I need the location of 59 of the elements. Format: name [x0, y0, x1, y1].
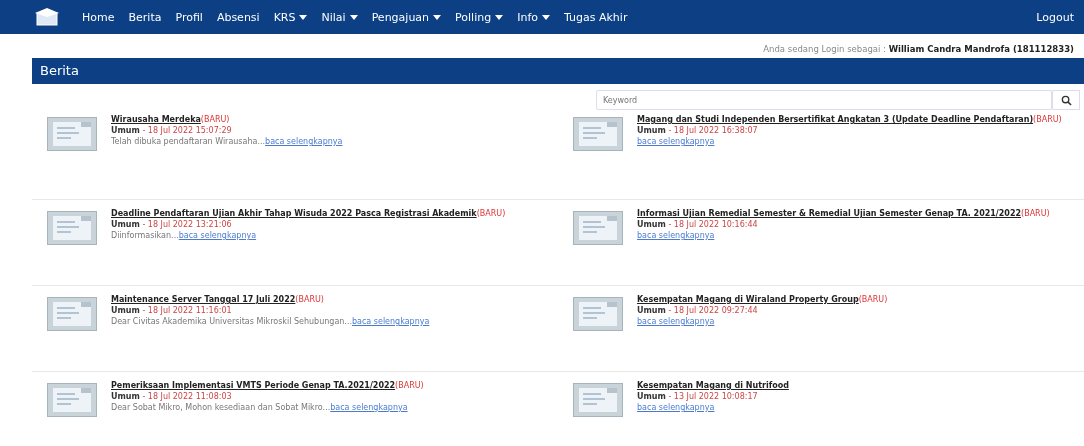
- new-label: (BARU): [395, 381, 424, 390]
- read-more-link[interactable]: baca selengkapnya: [330, 403, 408, 412]
- news-title-link[interactable]: Pemeriksaan Implementasi VMTS Periode Genap TA.2021/2022: [111, 381, 396, 390]
- document-icon: [573, 211, 623, 245]
- new-label: (BARU): [858, 295, 888, 304]
- news-title-link[interactable]: Wirausaha Merdeka: [111, 115, 201, 124]
- news-meta: Umum - 18 Jul 2022 13:21:06: [111, 219, 233, 230]
- login-status: Anda sedang Login sebagai : William Candra Mandrofa (181112833): [763, 44, 1074, 54]
- new-label: (BARU): [200, 115, 230, 124]
- nav-link[interactable]: Profil: [175, 10, 203, 24]
- new-label: (BARU): [1033, 115, 1062, 124]
- document-icon: [47, 297, 97, 331]
- news-meta: Umum - 18 Jul 2022 15:07:29: [111, 125, 233, 136]
- news-title-link[interactable]: Deadline Pendaftaran Ujian Akhir Tahap Wisuda 2022 Pasca Registrasi Akademik: [111, 209, 477, 218]
- news-title-link[interactable]: Informasi Ujian Remedial Semester & Remedial Ujian Semester Genap TA. 2021/2022: [637, 209, 1021, 218]
- nav-link[interactable]: Home: [82, 10, 115, 24]
- news-excerpt: Telah dibuka pendaftaran Wirausaha...: [111, 137, 266, 146]
- news-meta: Umum - 18 Jul 2022 10:16:44: [637, 219, 759, 230]
- news-excerpt: Dear Sobat Mikro, Mohon kesediaan dan Sobat Mikro...: [111, 403, 331, 412]
- news-meta: Umum - 18 Jul 2022 11:08:03: [111, 391, 233, 402]
- nav-link[interactable]: Tugas Akhir: [564, 10, 628, 24]
- news-title-link[interactable]: Kesempatan Magang di Nutrifood: [637, 381, 789, 390]
- search-icon: [1060, 94, 1072, 106]
- search-field[interactable]: Keyword: [596, 90, 1052, 110]
- news-title-link[interactable]: Magang dan Studi Independen Bersertifikat Angkatan 3 (Update Deadline Pendaftaran): [637, 115, 1034, 124]
- news-excerpt: Dear Civitas Akademika Universitas Mikroskil Sehubungan...: [111, 317, 352, 326]
- read-more-link[interactable]: baca selengkapnya: [637, 231, 715, 240]
- new-label: (BARU): [295, 295, 324, 304]
- nav-link[interactable]: KRS: [273, 10, 308, 24]
- search-button[interactable]: [1052, 90, 1080, 110]
- news-excerpt: Diinformasikan...: [111, 231, 179, 240]
- nav-link[interactable]: Nilai: [321, 10, 358, 24]
- document-icon: [573, 117, 623, 151]
- document-icon: [47, 117, 97, 151]
- read-more-link[interactable]: baca selengkapnya: [637, 137, 715, 146]
- nav-link[interactable]: Polling: [455, 10, 504, 24]
- document-icon: [47, 211, 97, 245]
- logout-link[interactable]: Logout: [1036, 10, 1074, 24]
- news-meta: Umum - 18 Jul 2022 11:16:01: [111, 305, 233, 316]
- read-more-link[interactable]: baca selengkapnya: [178, 231, 257, 240]
- new-label: (BARU): [476, 209, 506, 218]
- read-more-link[interactable]: baca selengkapnya: [637, 403, 715, 412]
- read-more-link[interactable]: baca selengkapnya: [265, 137, 343, 146]
- read-more-link[interactable]: baca selengkapnya: [637, 317, 715, 326]
- news-title-link[interactable]: Maintenance Server Tanggal 17 Juli 2022: [111, 295, 296, 304]
- nav-link[interactable]: Pengajuan: [371, 10, 442, 24]
- document-icon: [573, 383, 623, 417]
- news-title-link[interactable]: Kesempatan Magang di Wiraland Property Group: [637, 295, 859, 304]
- news-meta: Umum - 18 Jul 2022 09:27:44: [637, 305, 759, 316]
- new-label: (BARU): [1021, 209, 1050, 218]
- panel-title: Berita: [40, 63, 79, 78]
- document-icon: [47, 383, 97, 417]
- nav-link[interactable]: Info: [517, 10, 550, 24]
- read-more-link[interactable]: baca selengkapnya: [352, 317, 430, 326]
- news-meta: Umum - 18 Jul 2022 16:38:07: [637, 125, 759, 136]
- nav-link[interactable]: Berita: [128, 10, 162, 24]
- document-icon: [573, 297, 623, 331]
- nav-link[interactable]: Absensi: [216, 10, 260, 24]
- news-meta: Umum - 13 Jul 2022 10:08:17: [637, 391, 759, 402]
